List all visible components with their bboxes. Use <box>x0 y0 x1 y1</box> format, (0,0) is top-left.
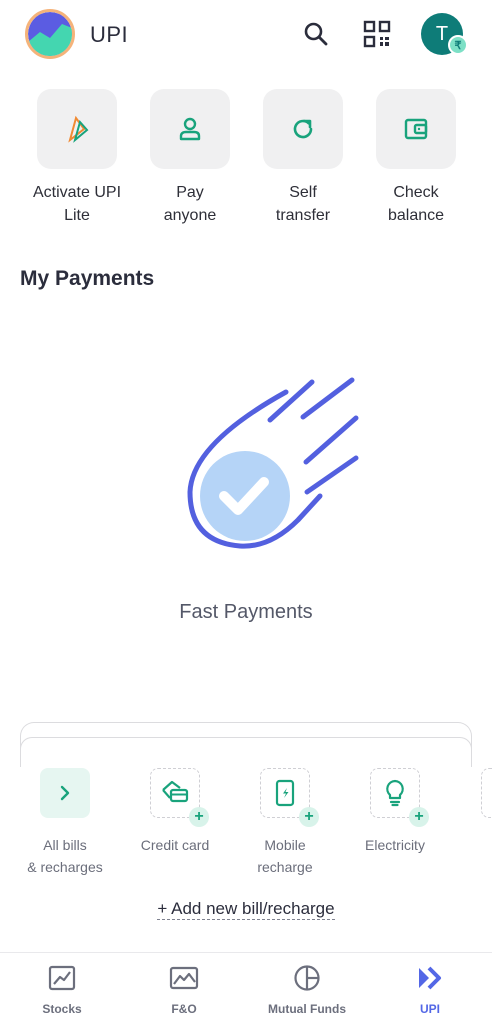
bottom-nav: Stocks F&O Mutual Funds UPI <box>0 952 492 1024</box>
illustration-caption: Fast Payments <box>179 601 313 623</box>
bill-label: Credit card <box>140 837 210 853</box>
rupee-badge-icon: ₹ <box>448 35 468 55</box>
plus-icon: + <box>189 807 209 827</box>
fast-payment-illustration-icon <box>180 372 370 562</box>
search-icon[interactable] <box>302 20 330 48</box>
bill-item-all-bills[interactable]: All bills & recharges <box>10 768 120 878</box>
plus-icon: + <box>409 807 429 827</box>
refresh-icon <box>293 119 313 139</box>
quick-action-label: Check balance <box>387 184 445 224</box>
chart-icon <box>48 965 76 991</box>
bill-item-credit-card[interactable]: + Credit card <box>120 768 230 856</box>
quick-action-self-transfer[interactable]: Self transfer <box>247 89 359 227</box>
page-title: UPI <box>90 22 129 47</box>
quick-action-check-balance[interactable]: Check balance <box>360 89 472 227</box>
chevron-right-icon <box>60 785 70 801</box>
bill-item-next-peek[interactable] <box>481 768 492 818</box>
credit-card-icon <box>162 780 189 803</box>
add-new-bill-link[interactable]: + Add new bill/recharge <box>0 899 492 920</box>
bill-item-electricity[interactable]: + Electricity <box>340 768 450 856</box>
self-transfer-tile[interactable] <box>263 89 343 169</box>
upi-arrows-icon <box>419 966 441 990</box>
nav-item-stocks[interactable]: Stocks <box>2 963 122 1016</box>
all-bills-tile[interactable] <box>40 768 90 818</box>
quick-action-activate-upi-lite[interactable]: Activate UPI Lite <box>21 89 133 227</box>
app-logo[interactable] <box>25 9 75 59</box>
bulb-icon <box>386 779 404 807</box>
section-title: My Payments <box>20 267 155 290</box>
upi-lite-tile[interactable] <box>37 89 117 169</box>
wallet-icon <box>404 118 428 140</box>
bill-label: All bills & recharges <box>27 837 103 875</box>
person-icon <box>179 117 201 141</box>
avatar-initial: T <box>435 22 449 45</box>
fo-icon <box>169 966 199 990</box>
quick-action-label: Activate UPI Lite <box>32 184 122 224</box>
add-new-bill-label[interactable]: + Add new bill/recharge <box>157 899 335 920</box>
electricity-tile[interactable]: + <box>370 768 429 827</box>
nav-item-upi[interactable]: UPI <box>370 963 490 1016</box>
quick-action-label: Pay anyone <box>163 184 217 224</box>
pay-anyone-tile[interactable] <box>150 89 230 169</box>
bill-label: Mobile recharge <box>257 837 313 875</box>
qr-scan-icon[interactable] <box>363 20 391 48</box>
avatar[interactable]: T ₹ <box>421 13 468 55</box>
nav-label: UPI <box>419 1002 440 1016</box>
nav-item-mutual-funds[interactable]: Mutual Funds <box>247 963 367 1016</box>
nav-label: F&O <box>171 1002 197 1016</box>
check-balance-tile[interactable] <box>376 89 456 169</box>
nav-label: Mutual Funds <box>268 1002 346 1016</box>
bill-item-mobile-recharge[interactable]: + Mobile recharge <box>230 768 340 878</box>
nav-item-fo[interactable]: F&O <box>124 963 244 1016</box>
pie-icon <box>294 965 320 991</box>
nav-label: Stocks <box>42 1002 82 1016</box>
card-edge-inner <box>20 737 472 767</box>
plus-icon: + <box>299 807 319 827</box>
mobile-recharge-tile[interactable]: + <box>260 768 319 827</box>
upi-lite-icon <box>68 115 89 143</box>
bill-label: Electricity <box>365 837 425 853</box>
app-header: UPI T ₹ <box>0 0 492 70</box>
mobile-icon <box>275 779 295 807</box>
credit-card-tile[interactable]: + <box>150 768 209 827</box>
quick-action-label: Self transfer <box>275 184 331 224</box>
quick-action-pay-anyone[interactable]: Pay anyone <box>134 89 246 227</box>
